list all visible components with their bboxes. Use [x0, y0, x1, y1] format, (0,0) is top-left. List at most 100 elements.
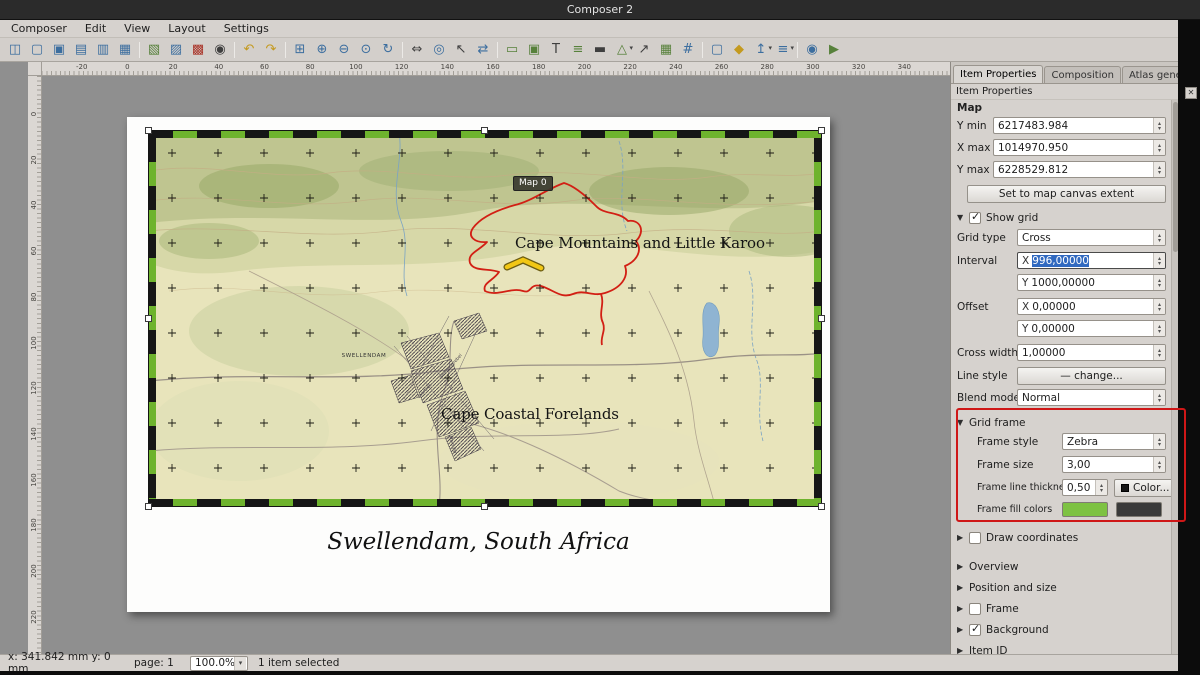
- atlas-settings-icon[interactable]: ◉: [801, 40, 823, 60]
- export-pdf-icon[interactable]: ▩: [187, 40, 209, 60]
- ymin-input[interactable]: 6217483.984 ▴▾: [993, 117, 1166, 134]
- frame-checkbox[interactable]: [969, 603, 981, 615]
- position-size-collapse-icon[interactable]: ▶: [957, 583, 969, 592]
- selection-handle-se[interactable]: [818, 503, 825, 510]
- save-project-icon[interactable]: ◫: [4, 40, 26, 60]
- interval-y-spinner[interactable]: ▴▾: [1153, 275, 1165, 290]
- item-id-collapse-icon[interactable]: ▶: [957, 646, 969, 654]
- add-label-icon[interactable]: T: [545, 40, 567, 60]
- close-panel-button[interactable]: ✕: [1185, 87, 1197, 99]
- redo-icon[interactable]: ↷: [260, 40, 282, 60]
- offset-x-input[interactable]: X 0,00000 ▴▾: [1017, 298, 1166, 315]
- lock-items-icon[interactable]: ◆: [728, 40, 750, 60]
- atlas-preview-icon[interactable]: ▶: [823, 40, 845, 60]
- grid-frame-header[interactable]: Grid frame: [969, 417, 1026, 429]
- item-id-label[interactable]: Item ID: [969, 645, 1007, 655]
- menu-settings[interactable]: Settings: [215, 21, 278, 36]
- panel-scrollbar[interactable]: [1171, 100, 1178, 654]
- raise-items-icon[interactable]: ↥▾: [750, 40, 772, 60]
- offset-x-spinner[interactable]: ▴▾: [1153, 299, 1165, 314]
- load-template-icon[interactable]: ▥: [92, 40, 114, 60]
- frame-thickness-input[interactable]: 0,50 ▴▾: [1062, 479, 1108, 496]
- add-map-icon[interactable]: ▭: [501, 40, 523, 60]
- composer-manager-icon[interactable]: ▤: [70, 40, 92, 60]
- zoom-in-icon[interactable]: ⊕: [311, 40, 333, 60]
- frame-fill-color2-button[interactable]: [1116, 502, 1162, 517]
- draw-coordinates-collapse-icon[interactable]: ▶: [957, 533, 969, 542]
- background-collapse-icon[interactable]: ▶: [957, 625, 969, 634]
- selection-handle-w[interactable]: [145, 315, 152, 322]
- dropdown-caret-icon[interactable]: ▾: [790, 38, 794, 58]
- frame-size-spinner[interactable]: ▴▾: [1153, 457, 1165, 472]
- move-item-content-icon[interactable]: ⇄: [472, 40, 494, 60]
- align-items-icon[interactable]: ≡▾: [772, 40, 794, 60]
- frame-fill-color1-button[interactable]: [1062, 502, 1108, 517]
- line-style-change-button[interactable]: — change...: [1017, 367, 1166, 385]
- overview-label[interactable]: Overview: [969, 561, 1018, 573]
- xmax-spinner[interactable]: ▴▾: [1153, 140, 1165, 155]
- grid-type-arrows[interactable]: ▴▾: [1153, 230, 1165, 245]
- export-image-icon[interactable]: ▧: [143, 40, 165, 60]
- xmax-input[interactable]: 1014970.950 ▴▾: [993, 139, 1166, 156]
- refresh-view-icon[interactable]: ↻: [377, 40, 399, 60]
- draw-coordinates-checkbox[interactable]: [969, 532, 981, 544]
- undo-icon[interactable]: ↶: [238, 40, 260, 60]
- menu-layout[interactable]: Layout: [159, 21, 214, 36]
- zoom-dropdown-arrow-icon[interactable]: ▾: [234, 657, 246, 670]
- selection-handle-ne[interactable]: [818, 127, 825, 134]
- selection-handle-e[interactable]: [818, 315, 825, 322]
- show-grid-checkbox[interactable]: [969, 212, 981, 224]
- frame-color-button[interactable]: Color...: [1114, 479, 1176, 497]
- save-template-icon[interactable]: ▦: [114, 40, 136, 60]
- tab-item-properties[interactable]: Item Properties: [953, 65, 1043, 83]
- add-table-icon[interactable]: ▦: [655, 40, 677, 60]
- zoom-full-icon[interactable]: ⊞: [289, 40, 311, 60]
- menu-edit[interactable]: Edit: [76, 21, 115, 36]
- pan-icon[interactable]: ⇔: [406, 40, 428, 60]
- print-icon[interactable]: ◉: [209, 40, 231, 60]
- grid-type-combobox[interactable]: Cross ▴▾: [1017, 229, 1166, 246]
- select-move-item-icon[interactable]: ↖: [450, 40, 472, 60]
- map-item[interactable]: Cape Mountains and Little Karoo Cape Coa…: [148, 130, 822, 507]
- blend-mode-arrows[interactable]: ▴▾: [1153, 390, 1165, 405]
- zoom-actual-icon[interactable]: ⊙: [355, 40, 377, 60]
- frame-style-arrows[interactable]: ▴▾: [1153, 434, 1165, 449]
- selection-handle-nw[interactable]: [145, 127, 152, 134]
- frame-thickness-spinner[interactable]: ▴▾: [1095, 480, 1107, 495]
- add-scalebar-icon[interactable]: ▬: [589, 40, 611, 60]
- blend-mode-combobox[interactable]: Normal ▴▾: [1017, 389, 1166, 406]
- composer-canvas[interactable]: -40-200204060801001201401601802002202402…: [0, 62, 950, 654]
- add-legend-icon[interactable]: ≡: [567, 40, 589, 60]
- add-shape-icon[interactable]: △▾: [611, 40, 633, 60]
- frame-collapse-icon[interactable]: ▶: [957, 604, 969, 613]
- interval-x-input[interactable]: X 996,00000 ▴▾: [1017, 252, 1166, 269]
- selection-handle-sw[interactable]: [145, 503, 152, 510]
- zoom-out-icon[interactable]: ⊖: [333, 40, 355, 60]
- add-image-icon[interactable]: ▣: [523, 40, 545, 60]
- new-composer-icon[interactable]: ▢: [26, 40, 48, 60]
- selection-handle-s[interactable]: [481, 503, 488, 510]
- set-extent-button[interactable]: Set to map canvas extent: [967, 185, 1166, 203]
- add-html-icon[interactable]: #: [677, 40, 699, 60]
- export-svg-icon[interactable]: ▨: [165, 40, 187, 60]
- tab-composition[interactable]: Composition: [1044, 66, 1120, 83]
- frame-size-input[interactable]: 3,00 ▴▾: [1062, 456, 1166, 473]
- interval-y-input[interactable]: Y 1000,00000 ▴▾: [1017, 274, 1166, 291]
- map-group-header[interactable]: Map: [957, 102, 982, 114]
- zoom-tool-icon[interactable]: ◎: [428, 40, 450, 60]
- background-checkbox[interactable]: [969, 624, 981, 636]
- interval-x-spinner[interactable]: ▴▾: [1153, 253, 1165, 268]
- overview-collapse-icon[interactable]: ▶: [957, 562, 969, 571]
- add-arrow-icon[interactable]: ↗: [633, 40, 655, 60]
- menu-composer[interactable]: Composer: [2, 21, 76, 36]
- menu-view[interactable]: View: [115, 21, 159, 36]
- group-items-icon[interactable]: ▢: [706, 40, 728, 60]
- offset-y-input[interactable]: Y 0,00000 ▴▾: [1017, 320, 1166, 337]
- cross-width-spinner[interactable]: ▴▾: [1153, 345, 1165, 360]
- ymax-spinner[interactable]: ▴▾: [1153, 162, 1165, 177]
- position-size-label[interactable]: Position and size: [969, 582, 1057, 594]
- zoom-combobox[interactable]: 100.0% ▾: [190, 656, 248, 671]
- cross-width-input[interactable]: 1,00000 ▴▾: [1017, 344, 1166, 361]
- offset-y-spinner[interactable]: ▴▾: [1153, 321, 1165, 336]
- selection-handle-n[interactable]: [481, 127, 488, 134]
